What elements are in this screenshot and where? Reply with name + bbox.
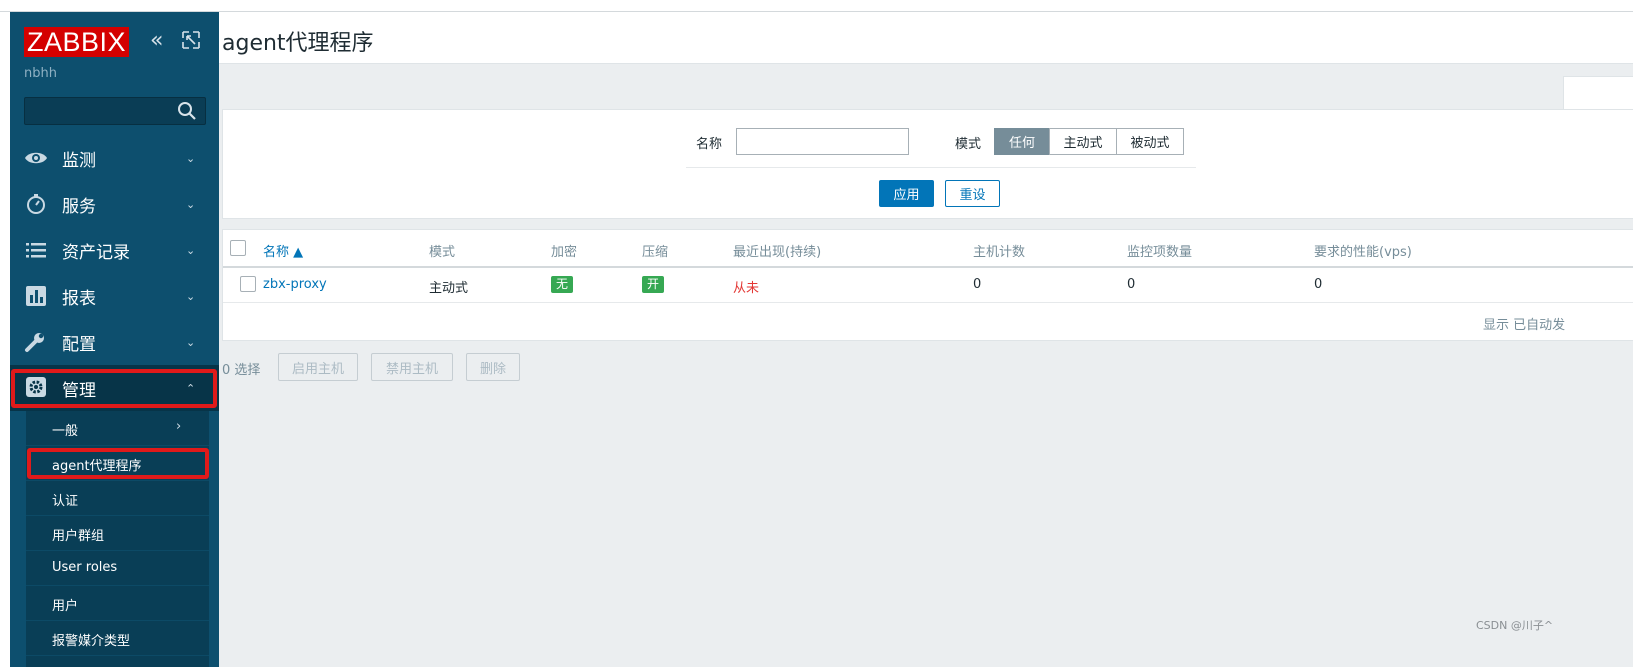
enable-hosts-button[interactable]: 启用主机: [278, 353, 358, 381]
filter-divider: [686, 167, 1196, 168]
column-header-last-seen: 最近出现(持续): [733, 245, 822, 260]
column-header-mode: 模式: [429, 245, 456, 260]
wrench-icon: [25, 333, 44, 352]
delete-button[interactable]: 删除: [466, 353, 520, 381]
chevron-down-icon: ⌄: [186, 335, 196, 349]
submenu-label: User roles: [52, 560, 118, 575]
compression-badge: 开: [642, 276, 665, 293]
menu-label: 配置: [62, 334, 96, 355]
column-header-host-count: 主机计数: [973, 245, 1026, 260]
chevron-down-icon: ⌄: [186, 243, 196, 257]
mode-filter-label: 模式: [955, 137, 982, 152]
mode-option-any[interactable]: 任何: [994, 128, 1050, 155]
name-filter-label: 名称: [696, 137, 723, 152]
mode-option-active[interactable]: 主动式: [1049, 128, 1117, 155]
collapse-sidebar-icon[interactable]: «: [150, 30, 172, 52]
selected-count: 0 选择: [222, 363, 261, 378]
page-title: agent代理程序: [222, 31, 374, 56]
menu-item-inventory[interactable]: 资产记录 ⌄: [10, 227, 219, 273]
row-divider: [223, 302, 1633, 303]
chevron-down-icon: ⌄: [186, 289, 196, 303]
submenu-item-user-roles[interactable]: User roles: [26, 551, 209, 586]
submenu-label: 一般: [52, 424, 79, 439]
disable-hosts-button[interactable]: 禁用主机: [371, 353, 453, 381]
name-filter-input[interactable]: [736, 128, 909, 155]
submenu-label: 认证: [52, 494, 79, 509]
eye-icon: [25, 152, 47, 164]
chevron-down-icon: ⌄: [186, 151, 196, 165]
item-count-value: 0: [1127, 277, 1136, 292]
filter-panel: 名称 模式 任何 主动式 被动式 应用 重设: [222, 109, 1633, 219]
bar-chart-icon: [26, 286, 46, 306]
reset-button[interactable]: 重设: [945, 180, 1000, 207]
search-icon[interactable]: [176, 100, 198, 122]
kiosk-mode-icon[interactable]: [182, 31, 200, 49]
stopwatch-icon: [27, 194, 45, 214]
menu-item-services[interactable]: 服务 ⌄: [10, 181, 219, 227]
list-icon: [26, 243, 46, 258]
header-divider: [223, 266, 1633, 268]
last-seen-value: 从未: [733, 281, 760, 296]
menu-item-monitoring[interactable]: 监测 ⌄: [10, 135, 219, 181]
column-header-item-count: 监控项数量: [1127, 245, 1193, 260]
column-header-compression: 压缩: [642, 245, 669, 260]
submenu-label: 用户群组: [52, 529, 105, 544]
chevron-right-icon: ›: [176, 419, 182, 434]
window-left-strip: [0, 12, 10, 667]
zabbix-logo[interactable]: ZABBIX: [24, 27, 130, 57]
watermark: CSDN @川子^: [1476, 619, 1554, 632]
proxy-name-link[interactable]: zbx-proxy: [263, 277, 327, 292]
row-checkbox[interactable]: [240, 276, 256, 292]
menu-item-reports[interactable]: 报表 ⌄: [10, 273, 219, 319]
encryption-badge: 无: [551, 276, 574, 293]
menu-label: 服务: [62, 196, 96, 217]
menu-label: 监测: [62, 150, 96, 171]
submenu-item-users[interactable]: 用户: [26, 586, 209, 621]
proxy-mode: 主动式: [429, 281, 469, 296]
required-vps-value: 0: [1314, 277, 1323, 292]
column-header-required-vps: 要求的性能(vps): [1314, 245, 1412, 260]
submenu-item-authentication[interactable]: 认证: [26, 481, 209, 516]
window-top-strip: [0, 0, 1633, 12]
page-header: agent代理程序: [219, 12, 1633, 64]
submenu-item-general[interactable]: 一般 ›: [26, 411, 209, 446]
submenu-label: 报警媒介类型: [52, 634, 131, 649]
submenu-item-media-types[interactable]: 报警媒介类型: [26, 621, 209, 656]
submenu-label: 用户: [52, 599, 79, 614]
menu-item-configuration[interactable]: 配置 ⌄: [10, 319, 219, 365]
server-name: nbhh: [24, 66, 57, 81]
column-header-name[interactable]: 名称 ▲: [263, 241, 303, 260]
select-all-checkbox[interactable]: [230, 240, 246, 256]
submenu-item-user-groups[interactable]: 用户群组: [26, 516, 209, 551]
menu-label: 报表: [62, 288, 96, 309]
highlight-box-administration: [11, 369, 217, 408]
proxy-table: 名称 ▲ 模式 加密 压缩 最近出现(持续) 主机计数 监控项数量 要求的性能(…: [222, 229, 1633, 341]
host-count-value: 0: [973, 277, 982, 292]
mode-option-passive[interactable]: 被动式: [1116, 128, 1184, 155]
chevron-down-icon: ⌄: [186, 197, 196, 211]
column-header-encryption: 加密: [551, 245, 578, 260]
table-footer-text: 显示 已自动发: [1483, 318, 1566, 333]
apply-button[interactable]: 应用: [879, 180, 934, 207]
menu-label: 资产记录: [62, 242, 130, 263]
filter-tab[interactable]: [1563, 76, 1633, 109]
highlight-box-proxies: [27, 448, 209, 479]
